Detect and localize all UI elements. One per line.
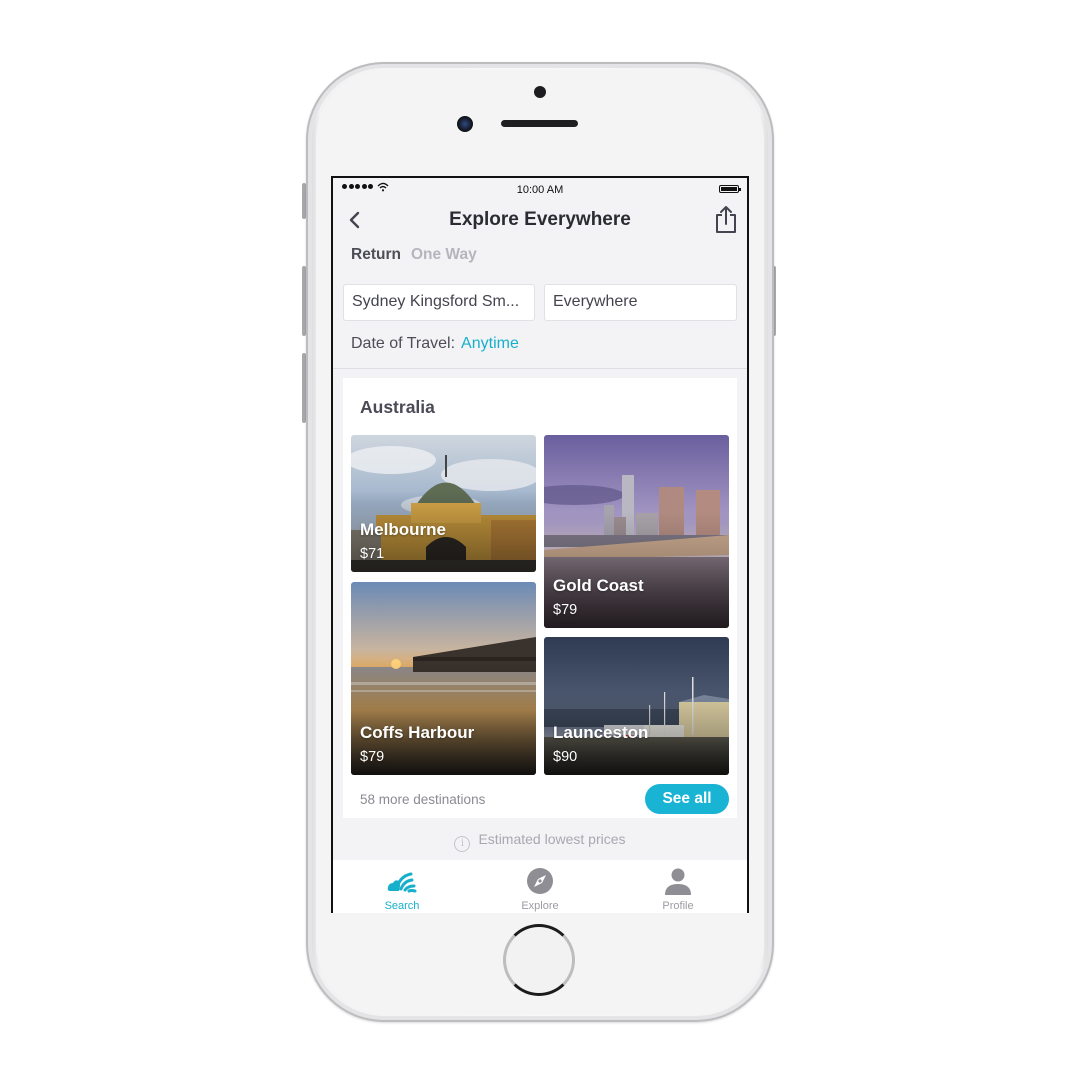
more-destinations-row: 58 more destinations See all bbox=[343, 782, 737, 816]
destination-tile-coffs-harbour[interactable]: Coffs Harbour $79 bbox=[351, 582, 536, 775]
destinations-card: Australia Melbourne $71 Gold Coast $79 C… bbox=[343, 378, 737, 818]
more-destinations-count: 58 more destinations bbox=[360, 792, 486, 807]
app-screen: 10:00 AM Explore Everywhere Return One W… bbox=[331, 176, 749, 913]
date-label: Date of Travel: bbox=[351, 335, 456, 352]
skyscanner-search-icon bbox=[387, 872, 417, 893]
see-all-button[interactable]: See all bbox=[645, 784, 729, 814]
proximity-sensor bbox=[534, 86, 546, 98]
tab-one-way[interactable]: One Way bbox=[411, 246, 477, 264]
divider bbox=[333, 368, 747, 369]
destination-field[interactable]: Everywhere bbox=[544, 284, 737, 321]
status-time: 10:00 AM bbox=[516, 184, 564, 196]
tab-label: Search bbox=[384, 900, 420, 912]
destination-name: Coffs Harbour bbox=[360, 723, 475, 742]
destination-name: Melbourne bbox=[360, 520, 446, 539]
tab-profile[interactable]: Profile bbox=[609, 860, 747, 913]
destination-price: $90 bbox=[553, 749, 578, 765]
destination-tile-gold-coast[interactable]: Gold Coast $79 bbox=[544, 435, 729, 628]
destination-price: $71 bbox=[360, 546, 385, 562]
destination-price: $79 bbox=[360, 749, 385, 765]
tab-bar: Search Explore Profile bbox=[333, 860, 747, 913]
front-camera bbox=[457, 116, 473, 132]
page-title: Explore Everywhere bbox=[449, 209, 631, 230]
home-button[interactable] bbox=[503, 924, 575, 996]
tab-search[interactable]: Search bbox=[333, 860, 471, 913]
tab-label: Explore bbox=[521, 900, 559, 912]
tab-label: Profile bbox=[662, 900, 694, 912]
trip-type-toggle: Return One Way bbox=[351, 246, 477, 264]
destination-name: Launceston bbox=[553, 723, 649, 742]
destination-name: Gold Coast bbox=[553, 576, 644, 595]
nav-bar: Explore Everywhere bbox=[333, 202, 747, 240]
destination-price: $79 bbox=[553, 602, 578, 618]
info-icon: i bbox=[454, 836, 471, 852]
person-icon bbox=[665, 868, 691, 895]
tab-explore[interactable]: Explore bbox=[471, 860, 609, 913]
compass-icon bbox=[527, 868, 553, 894]
section-title: Australia bbox=[360, 397, 435, 417]
tab-return[interactable]: Return bbox=[351, 246, 401, 264]
share-button[interactable] bbox=[713, 204, 739, 234]
battery-icon bbox=[719, 185, 741, 193]
destination-tile-melbourne[interactable]: Melbourne $71 bbox=[351, 435, 536, 572]
estimated-prices-note: i Estimated lowest prices bbox=[333, 820, 747, 860]
destination-tile-launceston[interactable]: Launceston $90 bbox=[544, 637, 729, 775]
status-bar: 10:00 AM bbox=[333, 178, 747, 202]
date-value-link[interactable]: Anytime bbox=[461, 335, 519, 352]
earpiece-speaker bbox=[501, 120, 578, 127]
estimated-prices-text: Estimated lowest prices bbox=[478, 831, 626, 847]
date-of-travel: Date of Travel: Anytime bbox=[351, 335, 519, 353]
origin-field[interactable]: Sydney Kingsford Sm... bbox=[343, 284, 535, 321]
